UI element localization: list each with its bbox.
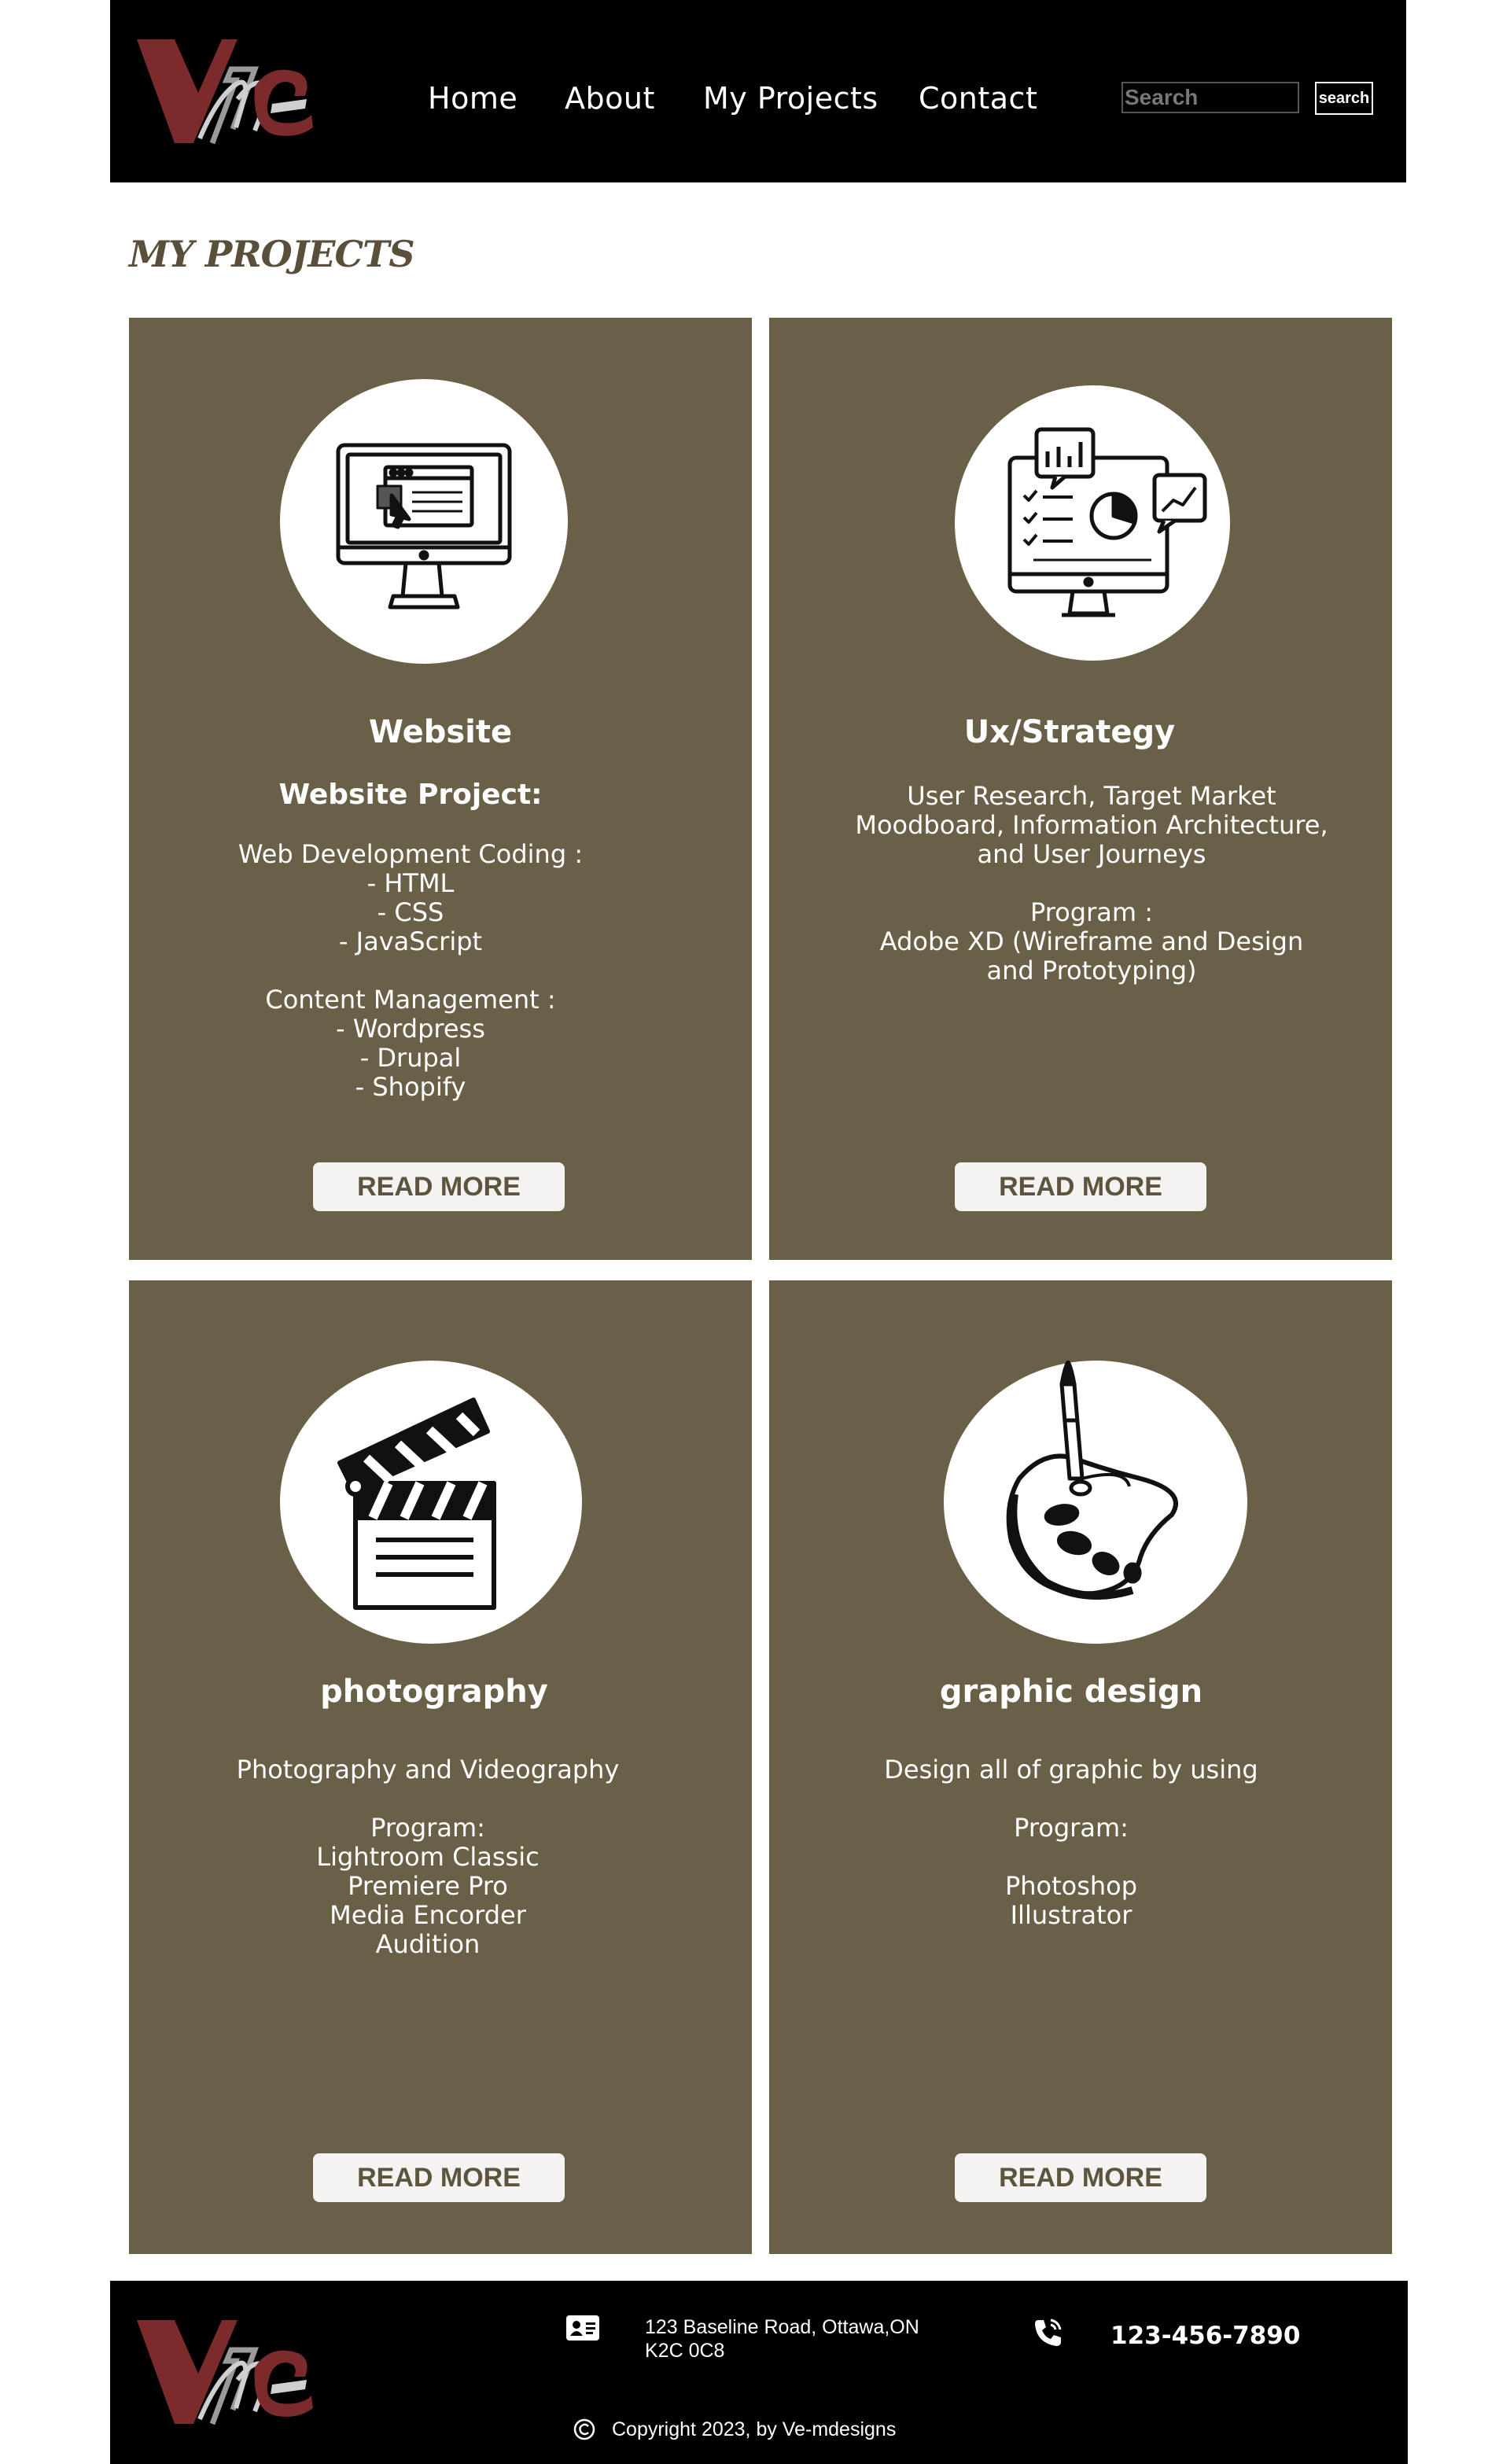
search-button[interactable]: search — [1315, 82, 1373, 115]
nav-home[interactable]: Home — [428, 75, 517, 122]
logo-icon — [137, 2320, 313, 2425]
read-more-button[interactable]: READ MORE — [313, 2153, 565, 2202]
clapperboard-icon — [280, 1361, 582, 1644]
footer-logo[interactable] — [137, 2320, 318, 2430]
search-input[interactable] — [1121, 82, 1299, 113]
contact-card-icon — [566, 2315, 599, 2341]
computer-website-icon — [280, 379, 568, 664]
nav-my-projects[interactable]: My Projects — [703, 75, 878, 122]
project-card-website: Website Website Project: Web Development… — [129, 318, 752, 1260]
phone-icon — [1032, 2317, 1063, 2348]
card-description: User Research, Target Market Moodboard, … — [855, 781, 1328, 985]
paint-palette-icon — [944, 1361, 1247, 1644]
read-more-button[interactable]: READ MORE — [313, 1162, 565, 1211]
nav-contact[interactable]: Contact — [919, 75, 1037, 122]
read-more-button[interactable]: READ MORE — [955, 2153, 1206, 2202]
footer-phone[interactable]: 123-456-7890 — [1110, 2320, 1300, 2352]
site-header: Home About My Projects Contact search — [110, 0, 1406, 182]
card-title: photography — [320, 1674, 548, 1710]
card-title: Website — [368, 714, 513, 750]
footer-copyright: Copyright 2023, by Ve-mdesigns — [612, 2418, 897, 2440]
nav-about[interactable]: About — [565, 75, 655, 122]
footer-address: 123 Baseline Road, Ottawa,ON K2C 0C8 — [645, 2316, 919, 2362]
ux-strategy-monitor-icon — [955, 385, 1230, 661]
project-card-ux-strategy: Ux/Strategy User Research, Target Market… — [769, 318, 1392, 1260]
card-title: graphic design — [939, 1674, 1203, 1710]
project-card-graphic-design: graphic design Design all of graphic by … — [769, 1280, 1392, 2254]
card-subtitle: Website Project: — [278, 779, 543, 811]
card-description: Photography and Videography Program: Lig… — [236, 1755, 620, 1959]
copyright-icon — [573, 2418, 596, 2441]
card-description: Web Development Coding : - HTML - CSS - … — [238, 839, 584, 1102]
read-more-button[interactable]: READ MORE — [955, 1162, 1206, 1211]
card-title: Ux/Strategy — [963, 714, 1176, 750]
page-title: MY PROJECTS — [129, 233, 415, 275]
card-description: Design all of graphic by using Program: … — [884, 1755, 1258, 1930]
project-card-photography: photography Photography and Videography … — [129, 1280, 752, 2254]
site-footer: 123 Baseline Road, Ottawa,ON K2C 0C8 123… — [110, 2281, 1408, 2464]
